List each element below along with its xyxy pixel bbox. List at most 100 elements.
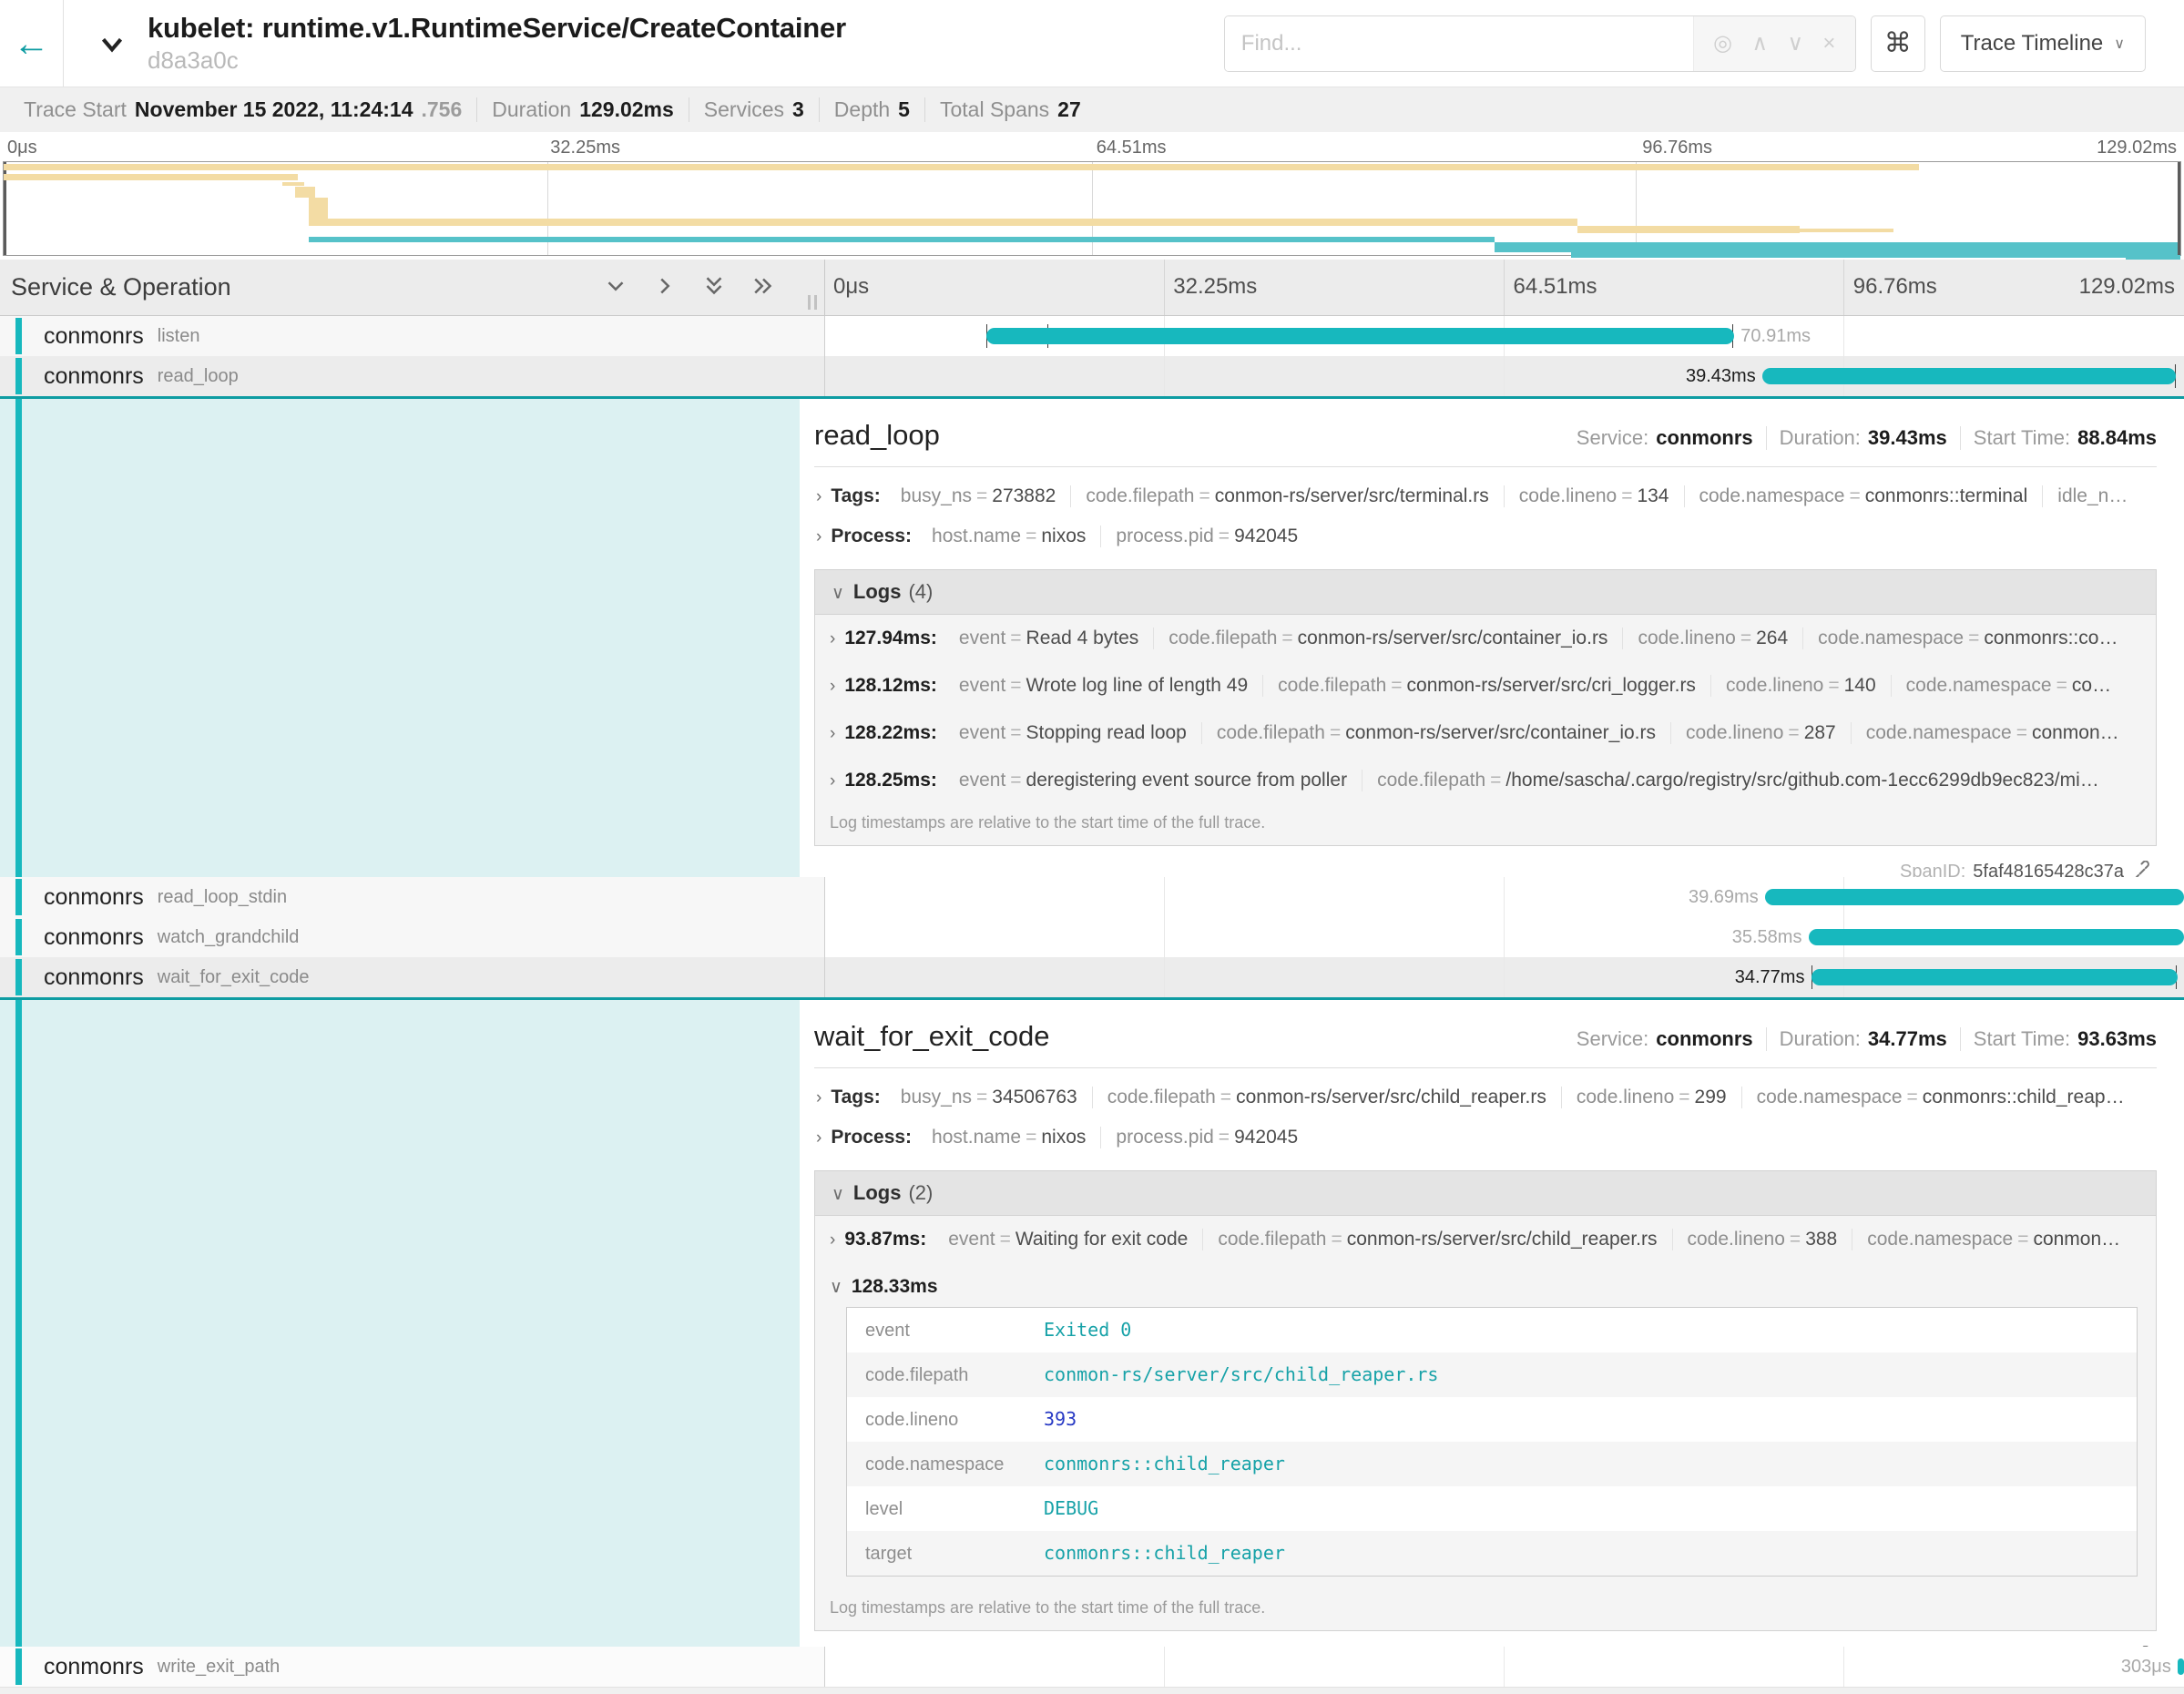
field-value: 388 xyxy=(1805,1229,1837,1250)
operation-name: listen xyxy=(158,326,200,347)
span-timeline-cell[interactable]: 39.43ms xyxy=(824,356,2184,396)
span-row-read-loop[interactable]: conmonrs read_loop 39.43ms xyxy=(0,356,2184,396)
span-timeline-cell[interactable]: 70.91ms xyxy=(824,316,2184,356)
logs-header[interactable]: ∨ Logs (2) xyxy=(815,1171,2156,1216)
span-bar[interactable] xyxy=(2178,1658,2184,1675)
span-bar[interactable] xyxy=(1762,368,2176,384)
column-resize-handle[interactable] xyxy=(808,295,817,310)
span-timeline-cell[interactable]: 34.77ms xyxy=(824,957,2184,997)
divider xyxy=(814,1067,2157,1068)
chevron-right-icon: › xyxy=(816,1128,822,1148)
span-name-cell[interactable]: conmonrs watch_grandchild xyxy=(0,917,824,957)
log-entry[interactable]: › 127.94ms: event=Read 4 bytes code.file… xyxy=(815,615,2156,662)
tags-section[interactable]: › Tags: busy_ns=273882 code.filepath=con… xyxy=(814,485,2157,507)
span-row-write-exit-path[interactable]: conmonrs write_exit_path 303μs xyxy=(0,1647,2184,1687)
log-entry[interactable]: › 128.12ms: event=Wrote log line of leng… xyxy=(815,662,2156,709)
trace-collapse-toggle[interactable] xyxy=(95,26,129,61)
find-input[interactable] xyxy=(1225,16,1693,71)
minimap-canvas[interactable] xyxy=(3,161,2181,256)
span-timeline-cell[interactable]: 303μs xyxy=(824,1647,2184,1687)
service-name: conmonrs xyxy=(44,323,144,350)
service-name: conmonrs xyxy=(44,363,144,390)
trace-view-label: Trace Timeline xyxy=(1961,31,2104,56)
trace-view-select[interactable]: Trace Timeline ∨ xyxy=(1940,15,2146,72)
span-bar[interactable] xyxy=(1765,889,2184,905)
clear-find-icon[interactable]: × xyxy=(1822,31,1835,56)
span-timeline-cell[interactable]: 39.69ms xyxy=(824,877,2184,917)
tag-key: code.filepath xyxy=(1086,485,1194,506)
log-timestamp: 128.12ms: xyxy=(844,675,937,697)
operation-name: read_loop xyxy=(158,366,239,387)
table-row: eventExited 0 xyxy=(847,1308,2137,1352)
meta-label: Depth xyxy=(834,97,890,122)
process-section[interactable]: › Process: host.name=nixos process.pid=9… xyxy=(814,526,2157,547)
tags-section[interactable]: › Tags: busy_ns=34506763 code.filepath=c… xyxy=(814,1087,2157,1108)
log-timestamp: 128.25ms: xyxy=(844,770,937,791)
field-value: DEBUG xyxy=(1044,1497,1098,1519)
log-entry[interactable]: › 128.25ms: event=deregistering event so… xyxy=(815,757,2156,804)
collapse-all-icon[interactable] xyxy=(700,272,728,300)
back-button[interactable]: ← xyxy=(0,0,64,87)
equals: = xyxy=(1005,628,1026,648)
equals: = xyxy=(1485,770,1505,791)
detail-indent-column xyxy=(0,399,800,877)
detail-indent-column xyxy=(0,1000,800,1647)
timeline-minimap[interactable]: 0μs 32.25ms 64.51ms 96.76ms 129.02ms xyxy=(0,132,2184,260)
meta-value-fraction: .756 xyxy=(422,97,463,122)
span-name-cell[interactable]: conmonrs read_loop_stdin xyxy=(0,877,824,917)
match-case-icon[interactable]: ◎ xyxy=(1713,30,1732,56)
span-timeline-cell[interactable]: 35.58ms xyxy=(824,917,2184,957)
span-bar[interactable] xyxy=(986,328,1734,344)
span-duration-label: 39.43ms xyxy=(1686,356,1756,396)
span-bar[interactable] xyxy=(1811,969,2178,985)
detail-panel: read_loop Service:conmonrs Duration:39.4… xyxy=(800,399,2184,877)
span-row-listen[interactable]: conmonrs listen 70.91ms xyxy=(0,316,2184,356)
collapse-controls xyxy=(602,272,777,300)
span-row-read-loop-stdin[interactable]: conmonrs read_loop_stdin 39.69ms xyxy=(0,877,2184,917)
span-row-wait-for-exit-code[interactable]: conmonrs wait_for_exit_code 34.77ms xyxy=(0,957,2184,997)
tag-value: 34506763 xyxy=(992,1087,1077,1107)
meta-value: 39.43ms xyxy=(1868,426,1947,450)
next-match-icon[interactable]: ∨ xyxy=(1787,30,1803,56)
expand-one-icon[interactable] xyxy=(651,272,679,300)
equals: = xyxy=(2013,1229,2033,1250)
field-value: Read 4 bytes xyxy=(1026,628,1139,648)
span-row-watch-grandchild[interactable]: conmonrs watch_grandchild 35.58ms xyxy=(0,917,2184,957)
span-name-cell[interactable]: conmonrs read_loop xyxy=(0,356,824,396)
service-color-bar xyxy=(15,919,22,955)
link-icon[interactable] xyxy=(2131,861,2153,877)
log-entry[interactable]: › 93.87ms: event=Waiting for exit code c… xyxy=(815,1216,2156,1263)
detail-meta: Service:conmonrs Duration:34.77ms Start … xyxy=(1564,1027,2157,1051)
detail-duration: Duration:39.43ms xyxy=(1767,426,1961,450)
detail-service: Service:conmonrs xyxy=(1564,1027,1767,1051)
service-color-bar xyxy=(15,399,22,877)
log-timestamp: 128.33ms xyxy=(852,1276,938,1298)
span-bar[interactable] xyxy=(1809,929,2184,945)
logs-header[interactable]: ∨ Logs (4) xyxy=(815,570,2156,615)
service-name: conmonrs xyxy=(44,1654,144,1680)
equals: = xyxy=(1021,526,1041,546)
process-section[interactable]: › Process: host.name=nixos process.pid=9… xyxy=(814,1127,2157,1148)
chevron-right-icon: › xyxy=(830,1230,835,1250)
log-entry[interactable]: › 128.22ms: event=Stopping read loop cod… xyxy=(815,709,2156,757)
tick-label: 96.76ms xyxy=(1642,138,1712,158)
tick-label: 129.02ms xyxy=(2079,274,2175,300)
span-name-cell[interactable]: conmonrs wait_for_exit_code xyxy=(0,957,824,997)
chevron-right-icon: › xyxy=(830,629,835,649)
collapse-one-icon[interactable] xyxy=(602,272,629,300)
expand-all-icon[interactable] xyxy=(750,272,777,300)
tag-chip: code.namespace=conmonrs::terminal xyxy=(1685,485,2044,507)
tag-chip: code.namespace=conmonrs::child_reap… xyxy=(1742,1087,2139,1108)
log-entry-expanded[interactable]: ∨ 128.33ms xyxy=(815,1263,2156,1301)
prev-match-icon[interactable]: ∧ xyxy=(1751,30,1768,56)
process-chip: process.pid=942045 xyxy=(1101,1127,1312,1148)
equals: = xyxy=(1021,1127,1041,1148)
log-field: code.lineno=287 xyxy=(1671,722,1852,744)
process-label: Process: xyxy=(831,1127,912,1148)
page-title: kubelet: runtime.v1.RuntimeService/Creat… xyxy=(148,12,846,45)
tick-label: 96.76ms xyxy=(1853,274,1937,300)
equals: = xyxy=(1326,1229,1346,1250)
span-name-cell[interactable]: conmonrs write_exit_path xyxy=(0,1647,824,1687)
keyboard-shortcuts-button[interactable]: ⌘ xyxy=(1871,15,1925,72)
span-name-cell[interactable]: conmonrs listen xyxy=(0,316,824,356)
